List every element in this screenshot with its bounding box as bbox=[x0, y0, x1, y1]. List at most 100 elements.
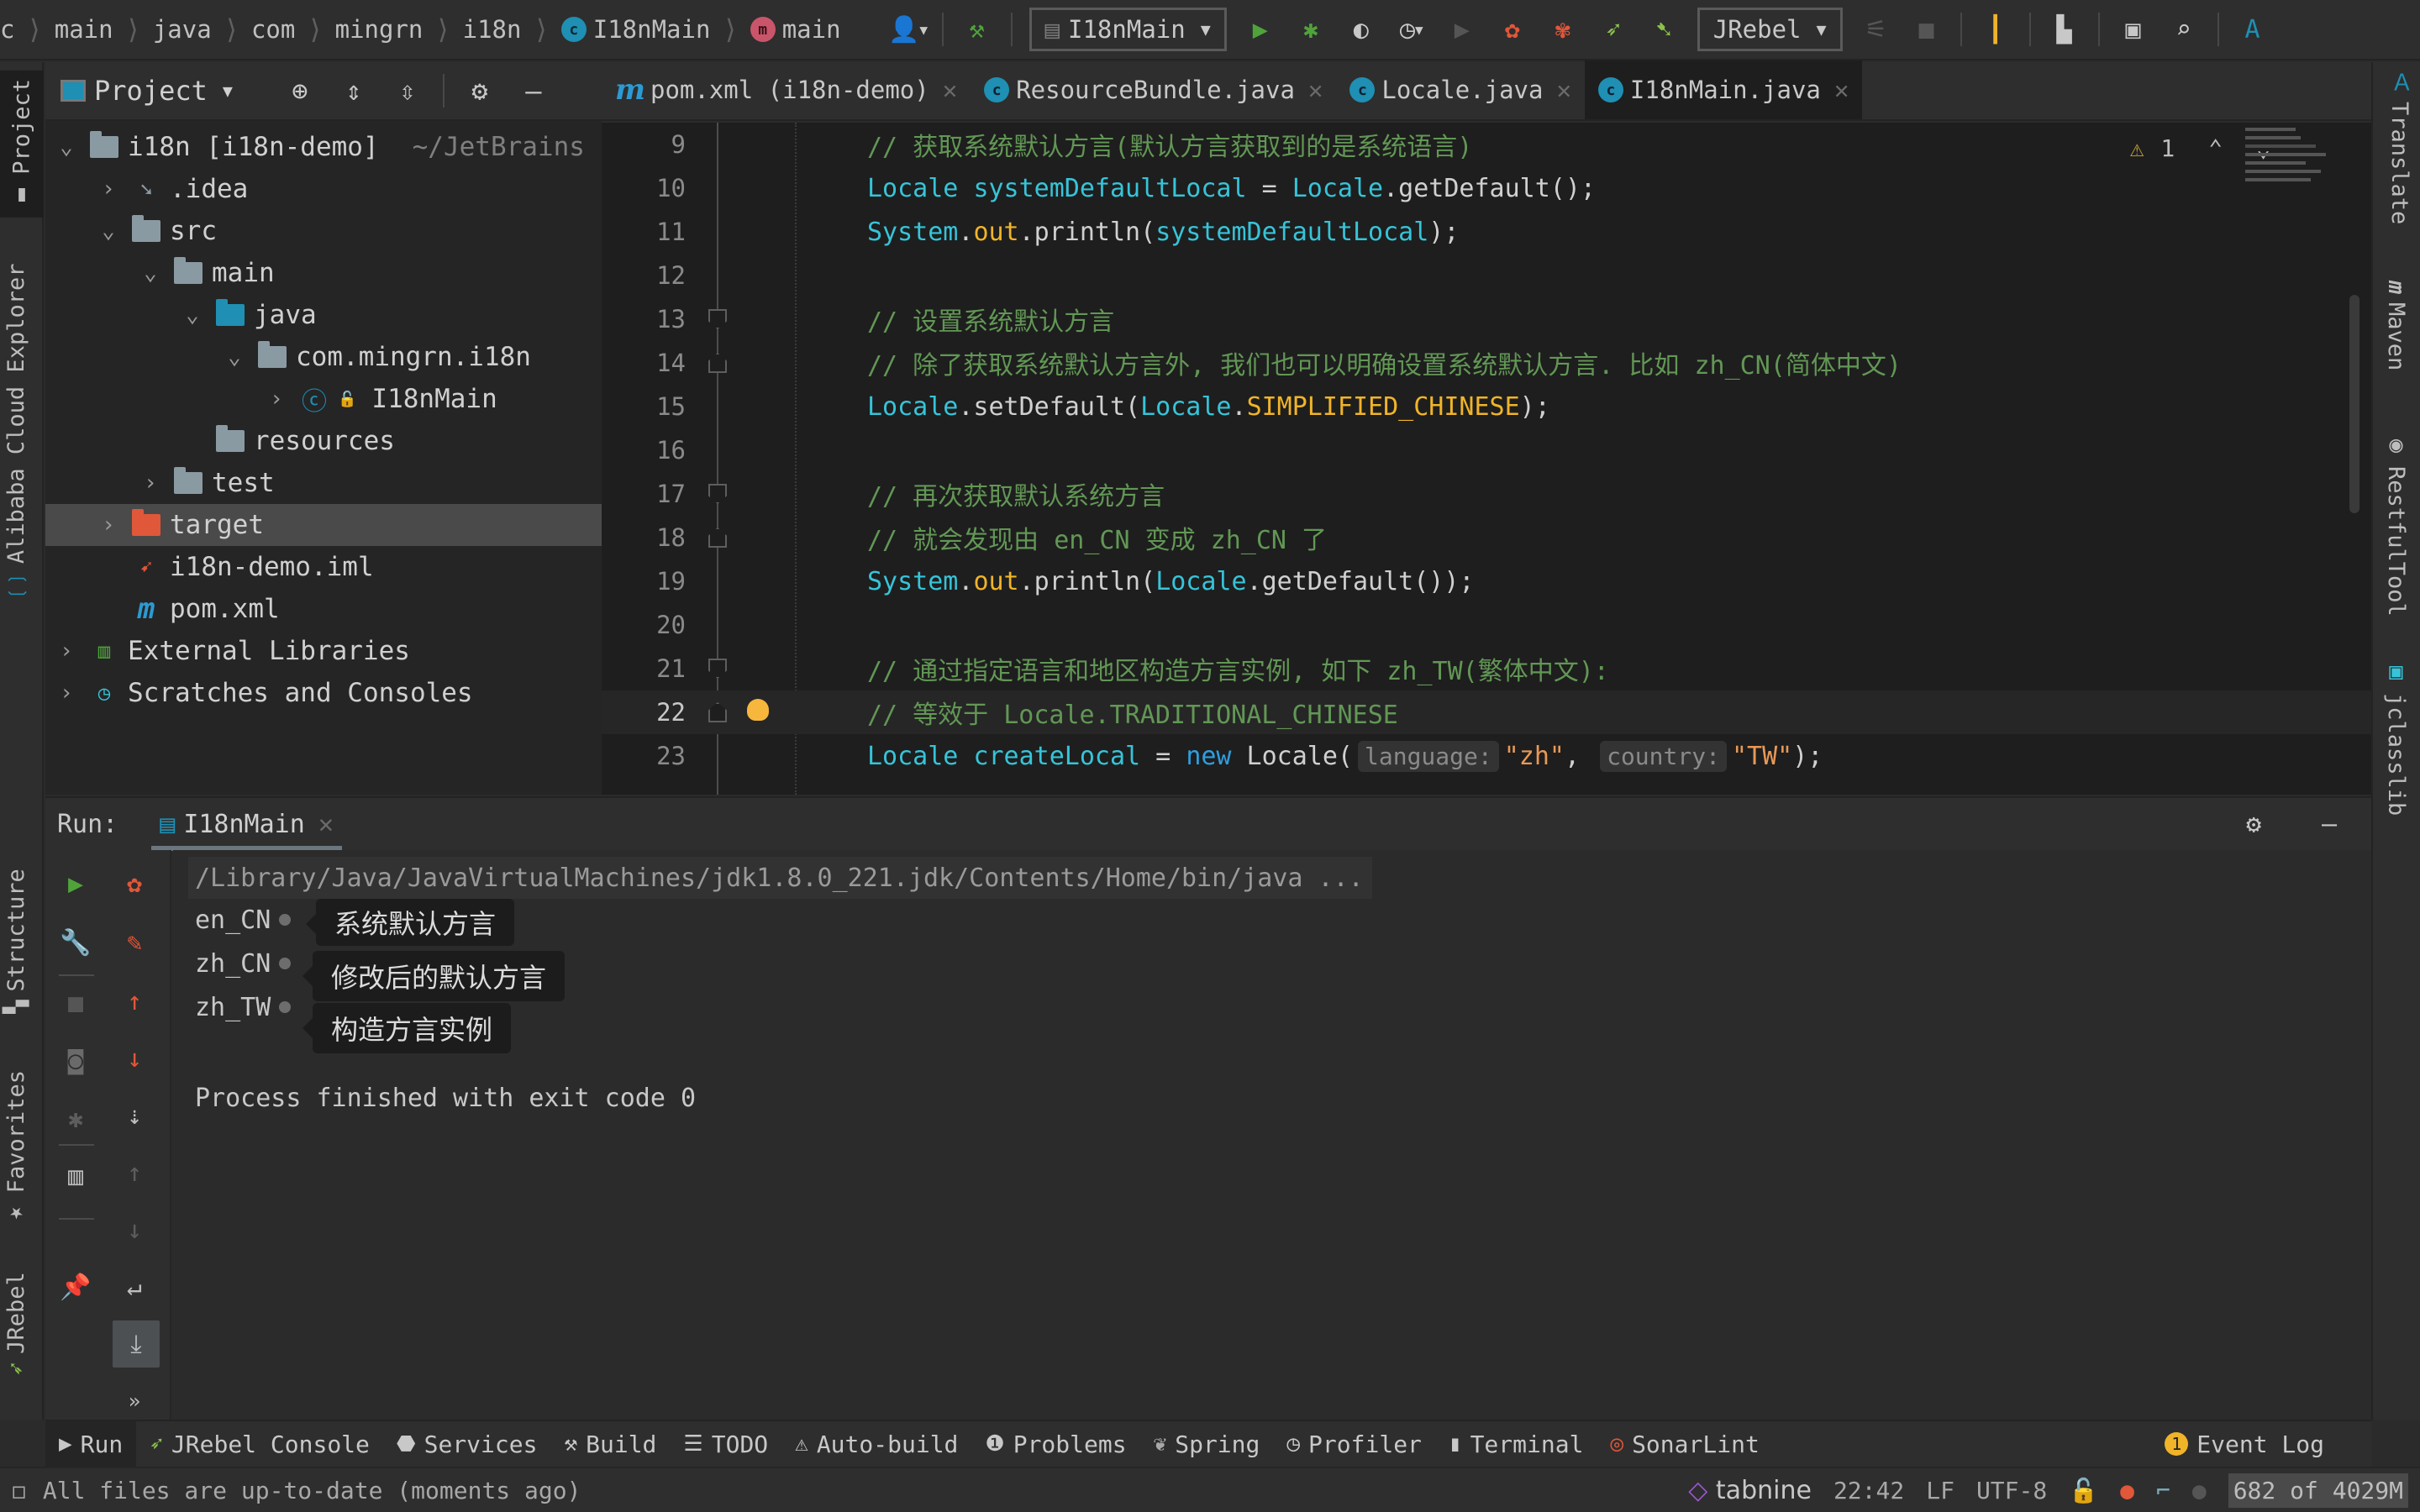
code-editor[interactable]: 9 // 获取系统默认方言(默认方言获取到的是系统语言) 10 Locale syst… bbox=[602, 123, 2371, 795]
line-number[interactable]: 14 bbox=[602, 349, 686, 377]
code-line[interactable]: 18 // 就会发现由 en_CN 变成 zh_CN 了 bbox=[602, 516, 2371, 559]
expand-all-icon[interactable]: ⇕ bbox=[337, 74, 371, 108]
tool-window-tab-auto-build[interactable]: ⚠ Auto-build bbox=[781, 1420, 971, 1467]
chevron-right-icon[interactable]: › bbox=[54, 638, 79, 664]
code-line[interactable]: 21 // 通过指定语言和地区构造方言实例, 如下 zh_TW(繁体中文): bbox=[602, 647, 2371, 690]
line-number[interactable]: 20 bbox=[602, 611, 686, 639]
line-number[interactable]: 21 bbox=[602, 654, 686, 683]
close-icon[interactable]: ✕ bbox=[943, 76, 957, 104]
close-icon[interactable]: ✕ bbox=[318, 810, 334, 839]
jrebel-debug-icon[interactable]: ✾ bbox=[1546, 13, 1580, 46]
code-line[interactable]: 14 // 除了获取系统默认方言外, 我们也可以明确设置系统默认方言. 比如 zh… bbox=[602, 341, 2371, 385]
debug-settings-icon[interactable]: ✱ bbox=[59, 1102, 92, 1136]
tool-tab-alibaba-cloud-explorer[interactable]: ❲❳ Alibaba Cloud Explorer bbox=[3, 264, 29, 600]
tabnine-widget[interactable]: ◇ tabnine bbox=[1688, 1476, 1812, 1505]
close-icon[interactable]: ✕ bbox=[1834, 76, 1849, 104]
vcs-update-icon[interactable]: ┃ bbox=[1979, 13, 2012, 46]
line-number[interactable]: 16 bbox=[602, 436, 686, 465]
run-console[interactable]: /Library/Java/JavaVirtualMachines/jdk1.8… bbox=[173, 850, 2371, 1420]
fold-end-icon[interactable] bbox=[708, 702, 727, 722]
wrench-icon[interactable]: 🔧 bbox=[59, 926, 92, 959]
tool-window-tab-build[interactable]: ⚒ Build bbox=[550, 1420, 670, 1467]
soft-wrap-icon[interactable]: ↵ bbox=[118, 1270, 151, 1304]
jrebel-run-icon[interactable]: ✿ bbox=[1496, 13, 1529, 46]
tool-tab-jrebel[interactable]: ➶ JRebel bbox=[3, 1272, 29, 1376]
up-arrow-icon[interactable]: ↑ bbox=[118, 984, 151, 1018]
more-icon[interactable]: » bbox=[118, 1384, 151, 1418]
close-icon[interactable]: ✕ bbox=[1308, 76, 1323, 104]
tab-i18nmain-java[interactable]: c I18nMain.java ✕ bbox=[1584, 60, 1863, 119]
jrebel-config-select[interactable]: JRebel ▼ bbox=[1697, 8, 1843, 51]
breadcrumb-item[interactable]: mingrn bbox=[335, 15, 424, 44]
close-icon[interactable]: ✕ bbox=[1556, 76, 1570, 104]
collapse-all-icon[interactable]: ⇳ bbox=[391, 74, 424, 108]
tool-tab-restfultool[interactable]: ◉ RestfulTool bbox=[2383, 432, 2409, 617]
jrebel-rocket-run-icon[interactable]: ➶ bbox=[1597, 13, 1630, 46]
tool-window-tab-run[interactable]: ▶ Run bbox=[45, 1420, 137, 1467]
event-log-button[interactable]: 1 Event Log bbox=[2151, 1420, 2338, 1467]
code-line[interactable]: 9 // 获取系统默认方言(默认方言获取到的是系统语言) bbox=[602, 123, 2371, 166]
line-number[interactable]: 18 bbox=[602, 523, 686, 552]
scroll-to-end-icon[interactable]: ⤓ bbox=[113, 1320, 160, 1368]
chevron-down-icon[interactable]: ⌄ bbox=[96, 218, 121, 244]
chevron-down-icon[interactable]: ⌄ bbox=[54, 134, 79, 160]
inspection-alert-icon[interactable]: ● bbox=[2120, 1477, 2134, 1504]
project-structure-icon[interactable]: ▙ bbox=[2048, 13, 2081, 46]
chevron-right-icon[interactable]: › bbox=[138, 470, 163, 496]
tree-item[interactable]: › ➘ .idea bbox=[45, 168, 602, 210]
run-tab-i18nmain[interactable]: ▤ I18nMain ✕ bbox=[151, 797, 342, 851]
code-minimap[interactable] bbox=[2245, 123, 2346, 291]
code-line[interactable]: 22 // 等效于 Locale.TRADITIONAL_CHINESE bbox=[602, 690, 2371, 734]
tree-item[interactable]: › target bbox=[45, 504, 602, 546]
tool-window-tab-profiler[interactable]: ◷ Profiler bbox=[1273, 1420, 1435, 1467]
tool-window-tab-spring[interactable]: ❦ Spring bbox=[1140, 1420, 1274, 1467]
rerun-icon[interactable]: ▶ bbox=[59, 867, 92, 900]
breadcrumb-item[interactable]: main bbox=[55, 15, 113, 44]
tool-tab-structure[interactable]: ▚ Structure bbox=[3, 869, 29, 1014]
tree-item[interactable]: › ▥ External Libraries bbox=[45, 630, 602, 672]
lock-icon[interactable]: 🔓 bbox=[2069, 1477, 2098, 1504]
code-line[interactable]: 19 System.out.println(Locale.getDefault()… bbox=[602, 559, 2371, 603]
translate-icon[interactable]: A bbox=[2236, 13, 2270, 46]
breadcrumb-item[interactable]: com bbox=[251, 15, 295, 44]
jrebel-rocket-debug-icon[interactable]: ➷ bbox=[1647, 13, 1681, 46]
line-number[interactable]: 9 bbox=[602, 130, 686, 159]
breadcrumb-item[interactable]: i18n bbox=[463, 15, 522, 44]
tree-item[interactable]: › ⓒ 🔓 I18nMain bbox=[45, 378, 602, 420]
run-config-select[interactable]: ▤ I18nMain ▼ bbox=[1028, 8, 1227, 51]
code-line[interactable]: 16 bbox=[602, 428, 2371, 472]
tool-window-tab-jrebel-console[interactable]: ➶ JRebel Console bbox=[136, 1420, 383, 1467]
caret-position[interactable]: 22:42 bbox=[1833, 1477, 1904, 1504]
run-anything-icon[interactable]: ▣ bbox=[2117, 13, 2150, 46]
breadcrumb-item[interactable]: m main bbox=[750, 15, 841, 44]
fold-end-icon[interactable] bbox=[708, 528, 727, 548]
chevron-down-icon[interactable]: ⌄ bbox=[180, 302, 205, 328]
code-line[interactable]: 17 // 再次获取默认系统方言 bbox=[602, 472, 2371, 516]
tab-pom-xml[interactable]: m pom.xml (i18n-demo) ✕ bbox=[602, 60, 971, 119]
code-line[interactable]: 10 Locale systemDefaultLocal = Locale.get… bbox=[602, 166, 2371, 210]
tree-item[interactable]: ⌄ src bbox=[45, 210, 602, 252]
code-line[interactable]: 11 System.out.println(systemDefaultLocal)… bbox=[602, 210, 2371, 254]
toggle-tool-windows-icon[interactable]: ◻ bbox=[12, 1477, 26, 1504]
tool-tab-project[interactable]: ▮ Project bbox=[0, 71, 44, 218]
tree-item[interactable]: m pom.xml bbox=[45, 588, 602, 630]
notifications-icon[interactable]: ● bbox=[2192, 1477, 2207, 1504]
previous-highlight-icon[interactable]: ⌃ bbox=[2208, 134, 2223, 162]
tool-window-tab-terminal[interactable]: ▮ Terminal bbox=[1435, 1420, 1597, 1467]
breadcrumb-item[interactable]: java bbox=[153, 15, 212, 44]
chevron-down-icon[interactable]: ⌄ bbox=[222, 344, 247, 370]
lightbulb-icon[interactable] bbox=[747, 699, 769, 721]
tool-tab-translate[interactable]: Ａ Translate bbox=[2383, 71, 2416, 224]
fold-start-icon[interactable] bbox=[708, 484, 727, 504]
tree-item[interactable]: ⌄ main bbox=[45, 252, 602, 294]
tree-item[interactable]: resources bbox=[45, 420, 602, 462]
fold-start-icon[interactable] bbox=[708, 309, 727, 329]
line-number[interactable]: 22 bbox=[602, 698, 686, 727]
down-arrow-icon[interactable]: ↓ bbox=[118, 1042, 151, 1075]
line-number[interactable]: 12 bbox=[602, 261, 686, 290]
tool-tab-maven[interactable]: m Maven bbox=[2383, 281, 2409, 371]
code-line[interactable]: 13 // 设置系统默认方言 bbox=[602, 297, 2371, 341]
code-line[interactable]: 23 Locale createLocal = new Locale(langua… bbox=[602, 734, 2371, 778]
clear-icon[interactable]: ✎ bbox=[118, 926, 151, 959]
code-line[interactable]: 15 Locale.setDefault(Locale.SIMPLIFIED_CH… bbox=[602, 385, 2371, 428]
